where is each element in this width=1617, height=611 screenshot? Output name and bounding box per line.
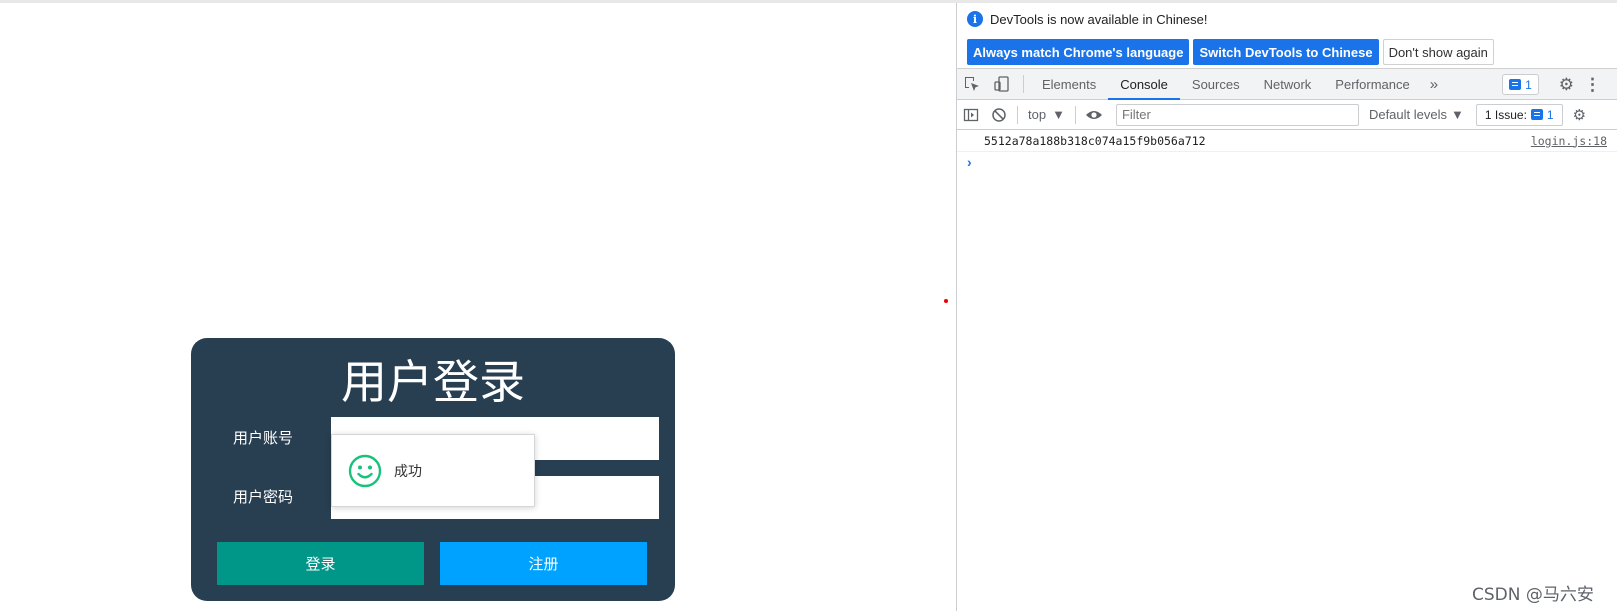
login-button[interactable]: 登录	[217, 542, 424, 585]
device-toolbar-icon[interactable]	[987, 69, 1017, 99]
messages-badge[interactable]: 1	[1502, 74, 1539, 95]
context-value: top	[1028, 107, 1047, 122]
log-levels-label: Default levels	[1368, 107, 1447, 122]
devtools-panel: i DevTools is now available in Chinese! …	[956, 3, 1617, 611]
clear-console-icon[interactable]	[985, 107, 1013, 123]
issues-badge[interactable]: 1 Issue: 1	[1475, 103, 1563, 126]
match-language-button[interactable]: Always match Chrome's language	[967, 39, 1190, 65]
settings-gear-icon[interactable]: ⚙	[1559, 75, 1574, 95]
console-log-row: 5512a78a188b318c074a15f9b056a712 login.j…	[957, 130, 1617, 152]
prompt-chevron-icon: ›	[967, 154, 972, 170]
log-levels-dropdown[interactable]: Default levels ▼	[1369, 107, 1464, 122]
tab-elements[interactable]: Elements	[1030, 69, 1108, 99]
devtools-tabbar: Elements Console Sources Network Perform…	[957, 69, 1617, 100]
console-toolbar: top ▼ Default levels ▼ 1 Issue: 1 ⚙	[957, 100, 1617, 130]
toast-message: 成功	[394, 463, 422, 480]
console-filter-input[interactable]	[1115, 103, 1359, 126]
info-icon: i	[967, 11, 983, 27]
tab-network[interactable]: Network	[1252, 69, 1324, 99]
log-source-link[interactable]: login.js:18	[1531, 134, 1607, 148]
language-infobar: i DevTools is now available in Chinese! …	[957, 3, 1617, 69]
dropdown-arrow-icon: ▼	[1451, 107, 1464, 122]
live-expression-eye-icon[interactable]	[1080, 107, 1108, 123]
smile-icon	[348, 454, 382, 488]
more-options-icon[interactable]: ⋮	[1584, 75, 1601, 95]
account-label: 用户账号	[233, 429, 294, 447]
inspect-element-icon[interactable]	[957, 69, 987, 99]
csdn-watermark: CSDN @马六安	[1472, 585, 1594, 605]
register-button[interactable]: 注册	[440, 542, 647, 585]
log-message: 5512a78a188b318c074a15f9b056a712	[984, 133, 1206, 148]
console-settings-gear-icon[interactable]: ⚙	[1573, 106, 1586, 124]
red-dot-marker	[944, 299, 948, 303]
console-prompt[interactable]: ›	[957, 152, 1617, 174]
messages-count: 1	[1525, 77, 1532, 92]
dropdown-arrow-icon: ▼	[1052, 107, 1065, 122]
password-label: 用户密码	[233, 488, 294, 506]
tab-performance[interactable]: Performance	[1323, 69, 1421, 99]
more-tabs-icon[interactable]: »	[1422, 69, 1446, 99]
message-icon	[1509, 79, 1522, 90]
tab-sources[interactable]: Sources	[1180, 69, 1252, 99]
login-title: 用户登录	[341, 355, 525, 409]
success-toast: 成功	[331, 434, 535, 507]
infobar-message: DevTools is now available in Chinese!	[990, 11, 1208, 27]
sidebar-toggle-icon[interactable]	[957, 107, 985, 123]
toolbar-divider	[1074, 105, 1076, 124]
issues-label: 1 Issue:	[1484, 107, 1527, 122]
issue-icon	[1530, 109, 1543, 120]
dont-show-again-button[interactable]: Don't show again	[1382, 39, 1494, 65]
switch-chinese-button[interactable]: Switch DevTools to Chinese	[1193, 39, 1379, 65]
tab-console[interactable]: Console	[1108, 69, 1180, 100]
toolbar-divider	[1017, 105, 1018, 124]
issues-count: 1	[1546, 107, 1554, 122]
context-selector[interactable]: top ▼	[1022, 107, 1071, 122]
tabbar-divider	[1023, 75, 1024, 93]
